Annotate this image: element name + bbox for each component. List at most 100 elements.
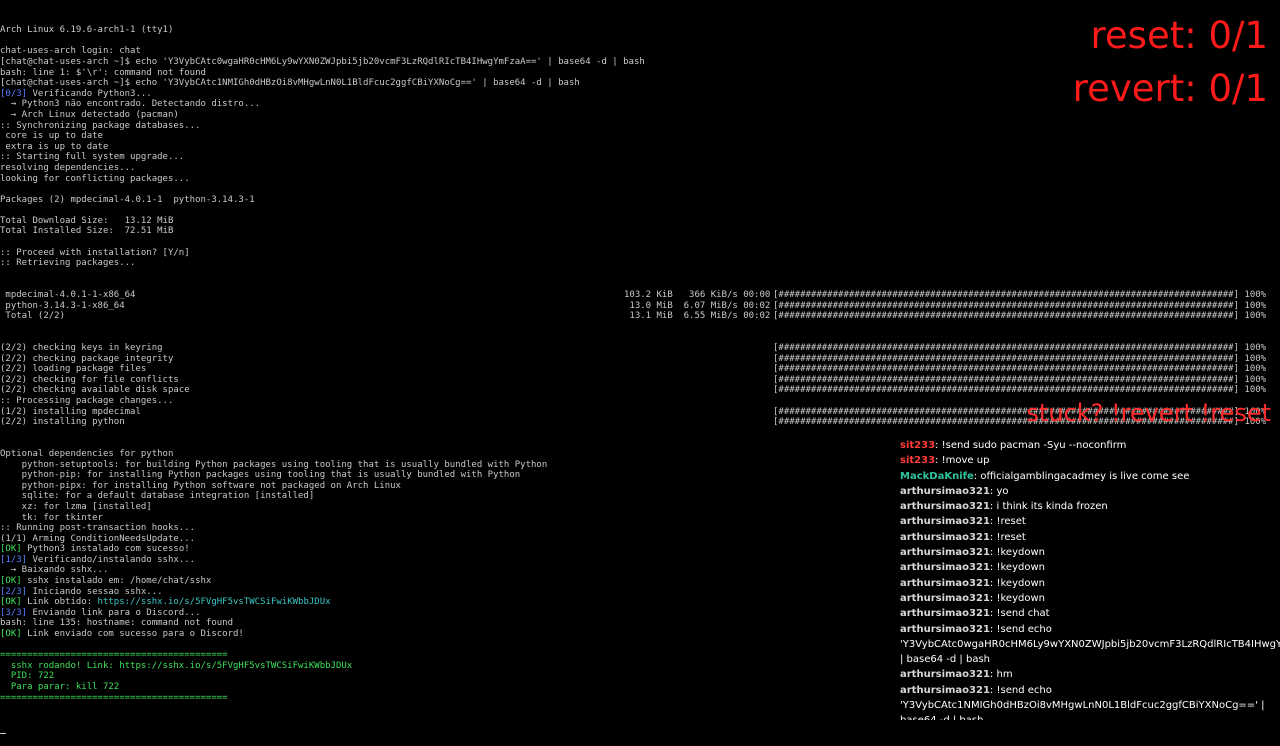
chat-message: arthursimao321: yo — [900, 485, 1009, 497]
terminal-line — [0, 724, 1280, 735]
chat-message-text: officialgamblingacadmey is live come see — [980, 470, 1190, 482]
progress-bar: [#######################################… — [773, 374, 1267, 385]
terminal-line-text: [chat@chat-uses-arch ~]$ echo 'Y3VybCAtc… — [0, 78, 580, 89]
terminal-line-text: Enviando link para o Discord... — [27, 607, 201, 618]
download-row: mpdecimal-4.0.1-1-x86_64 103.2 KiB 366 Ki… — [0, 290, 1280, 301]
chat-message: sit233: !send sudo pacman -Syu --noconfi… — [900, 440, 1127, 451]
check-text: (2/2) checking available disk space — [0, 385, 190, 396]
status-tag: [0/3] — [0, 88, 28, 99]
check-text: :: Processing package changes... — [0, 395, 174, 406]
download-stats: 103.2 KiB 366 KiB/s 00:00 — [624, 290, 771, 301]
status-tag: [1/3] — [0, 554, 28, 565]
progress-bar: [#######################################… — [773, 364, 1267, 375]
check-text: (2/2) checking package integrity — [0, 353, 174, 364]
chat-username: MackDaKnife — [900, 470, 974, 482]
chat-message-text: !reset — [996, 531, 1026, 543]
terminal-line: resolving dependencies... — [0, 163, 1280, 174]
terminal-line-text: :: Retrieving packages... — [0, 258, 136, 269]
terminal-line-text: Total Installed Size: 72.51 MiB — [0, 226, 174, 237]
chat-username: arthursimao321 — [900, 485, 990, 497]
terminal-line: Arch Linux 6.19.6-arch1-1 (tty1) — [0, 25, 1280, 36]
terminal-line: Total Download Size: 13.12 MiB — [0, 216, 1280, 227]
chat-username: sit233 — [900, 455, 936, 467]
download-stats: 13.0 MiB 6.07 MiB/s 00:02 — [624, 300, 771, 311]
chat-message: MackDaKnife: officialgamblingacadmey is … — [900, 470, 1190, 482]
terminal-line-text: → Baixando sshx... — [0, 565, 109, 576]
terminal-line-text: ========================================… — [0, 692, 228, 703]
terminal-line-text: → Python3 não encontrado. Detectando dis… — [0, 99, 261, 110]
progress-bar: [#######################################… — [773, 290, 1267, 301]
terminal-line-text: python-pipx: for installing Python softw… — [0, 480, 401, 491]
reset-counter: reset: 0/1 — [1090, 14, 1268, 57]
status-tag: [2/3] — [0, 586, 28, 597]
terminal-line-text: sshx instalado em: /home/chat/sshx — [21, 576, 212, 587]
sshx-link[interactable]: https://sshx.io/s/5FVgHF5vsTWCSiFwiKWbbJ… — [98, 597, 331, 607]
terminal-line-text: extra is up to date — [0, 141, 109, 152]
terminal-line-text: core is up to date — [0, 131, 103, 142]
terminal-line: [chat@chat-uses-arch ~]$ echo 'Y3VybCAtc… — [0, 57, 1280, 68]
check-row: (2/2) checking keys in keyring [#########… — [0, 343, 1280, 354]
terminal-line-text: Optional dependencies for python — [0, 448, 174, 459]
chat-message-text: !keydown — [996, 547, 1045, 559]
chat-username: arthursimao321 — [900, 531, 990, 543]
check-row: (2/2) loading package files [############… — [0, 364, 1280, 375]
check-text: (2/2) loading package files — [0, 364, 147, 375]
terminal-line-text: [chat@chat-uses-arch ~]$ echo 'Y3VybCAtc… — [0, 56, 645, 67]
chat-message: arthursimao321: !reset — [900, 531, 1026, 543]
chat-username: arthursimao321 — [900, 577, 990, 589]
revert-counter: revert: 0/1 — [1072, 67, 1268, 110]
chat-message-text: !keydown — [996, 592, 1045, 604]
chat-username: arthursimao321 — [900, 669, 990, 681]
terminal-line-text: :: Synchronizing package databases... — [0, 120, 201, 131]
terminal-line-text: Para parar: kill 722 — [0, 682, 120, 692]
chat-message: arthursimao321: !keydown — [900, 562, 1045, 574]
terminal-line-text: Total Download Size: 13.12 MiB — [0, 215, 174, 226]
terminal-line-text: Arch Linux 6.19.6-arch1-1 (tty1) — [0, 25, 174, 36]
download-row: python-3.14.3-1-x86_64 13.0 MiB 6.07 MiB… — [0, 301, 1280, 312]
terminal-line-text: :: Running post-transaction hooks... — [0, 523, 196, 534]
check-text: (1/2) installing mpdecimal — [0, 406, 141, 417]
download-progress-list: mpdecimal-4.0.1-1-x86_64 103.2 KiB 366 Ki… — [0, 290, 1280, 322]
terminal-line-text: resolving dependencies... — [0, 162, 136, 173]
chat-message-text: !move up — [941, 455, 990, 467]
chat-message-text: !keydown — [996, 562, 1045, 574]
chat-message: arthursimao321: i think its kinda frozen — [900, 501, 1108, 513]
check-row: (2/2) checking for file conflicts [######… — [0, 375, 1280, 386]
check-row: (2/2) checking available disk space [####… — [0, 385, 1280, 396]
terminal-line: Total Installed Size: 72.51 MiB — [0, 226, 1280, 237]
check-text: (2/2) checking for file conflicts — [0, 374, 179, 385]
terminal-line-text: Packages (2) mpdecimal-4.0.1-1 python-3.… — [0, 194, 255, 205]
terminal-line-text: Link enviado com sucesso para o Discord! — [21, 629, 244, 640]
chat-username: arthursimao321 — [900, 516, 990, 528]
terminal-line-text: python-setuptools: for building Python p… — [0, 459, 548, 470]
chat-message-text: !send chat — [996, 608, 1050, 620]
check-text: (2/2) checking keys in keyring — [0, 343, 163, 353]
terminal-line-text: Python3 instalado com sucesso! — [21, 544, 190, 555]
terminal-line-text: Link obtido: — [21, 597, 98, 608]
download-row: Total (2/2) 13.1 MiB 6.55 MiB/s 00:02 [##… — [0, 311, 1280, 322]
chat-message-text: yo — [996, 485, 1009, 497]
terminal-line-text: xz: for lzma [installed] — [0, 501, 152, 512]
chat-username: arthursimao321 — [900, 547, 990, 559]
terminal-line: looking for conflicting packages... — [0, 174, 1280, 185]
chat-message: arthursimao321: !keydown — [900, 547, 1045, 559]
status-tag: [OK] — [0, 629, 22, 640]
terminal-line: chat-uses-arch login: chat — [0, 46, 1280, 57]
terminal-line-text: python-pip: for installing Python packag… — [0, 470, 521, 481]
terminal-line-text: looking for conflicting packages... — [0, 173, 190, 184]
chat-panel: sit233: !send sudo pacman -Syu --noconfi… — [900, 438, 1280, 720]
chat-message-text: !reset — [996, 516, 1026, 528]
chat-username: arthursimao321 — [900, 608, 990, 620]
chat-username: arthursimao321 — [900, 623, 990, 635]
progress-bar: [#######################################… — [773, 343, 1267, 353]
chat-message-text: hm — [996, 669, 1013, 681]
terminal-line-text: chat-uses-arch login: chat — [0, 46, 141, 57]
status-tag: [OK] — [0, 576, 22, 587]
terminal-line-text: tk: for tkinter — [0, 512, 103, 523]
terminal-line-text: Iniciando sessao sshx... — [27, 586, 163, 597]
progress-bar: [#######################################… — [773, 385, 1267, 396]
check-text: (2/2) installing python — [0, 417, 125, 428]
terminal-line: → Arch Linux detectado (pacman) — [0, 110, 1280, 121]
